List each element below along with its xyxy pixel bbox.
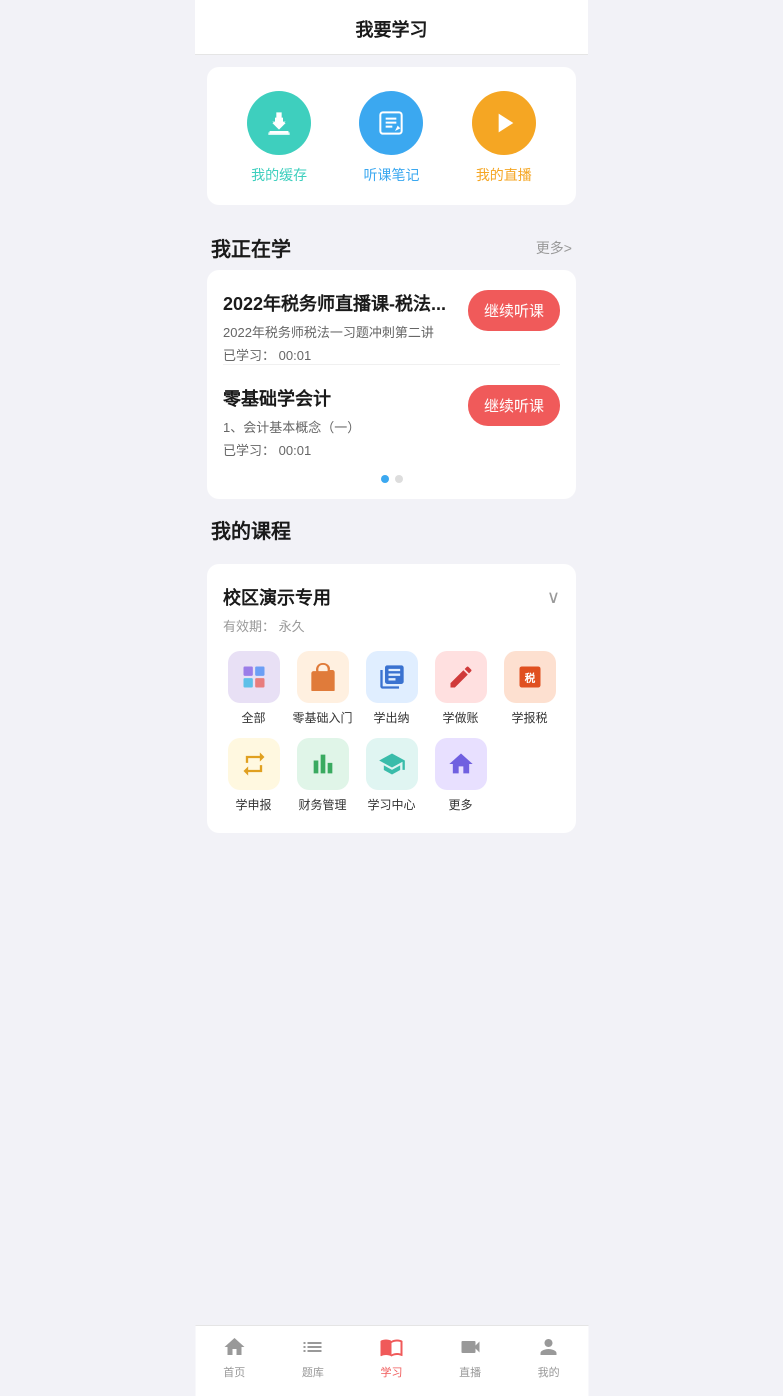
- play-icon: [472, 91, 536, 155]
- my-courses-title: 我的课程: [211, 515, 291, 544]
- cat-item-beginner[interactable]: 零基础入门: [292, 651, 353, 726]
- package-header: 校区演示专用 ∨: [223, 584, 560, 610]
- video-nav-icon: [457, 1334, 483, 1360]
- cat-label-more: 更多: [448, 796, 472, 813]
- cat-label-study-center: 学习中心: [367, 796, 415, 813]
- studying-card: 2022年税务师直播课-税法... 2022年税务师税法一习题冲刺第二讲 已学习…: [207, 270, 576, 499]
- nav-label-home: 首页: [223, 1364, 245, 1380]
- cat-label-accounting: 学做账: [442, 709, 478, 726]
- studying-more[interactable]: 更多>: [536, 238, 572, 258]
- cat-item-cashier[interactable]: 学出纳: [361, 651, 422, 726]
- page-title: 我要学习: [195, 0, 588, 55]
- course-title-1: 2022年税务师直播课-税法...: [223, 290, 456, 316]
- svg-text:税: 税: [524, 672, 535, 685]
- course-subtitle-2: 1、会计基本概念（一）: [223, 417, 456, 436]
- cat-item-accounting[interactable]: 学做账: [430, 651, 491, 726]
- bag-icon: [297, 651, 349, 703]
- quick-item-cache[interactable]: 我的缓存: [247, 91, 311, 185]
- quick-item-notes[interactable]: 听课笔记: [359, 91, 423, 185]
- course-progress-1: 已学习： 00:01: [223, 345, 456, 364]
- nav-label-live: 直播: [459, 1364, 481, 1380]
- quick-cache-label: 我的缓存: [251, 165, 307, 185]
- dots-indicator: [223, 475, 560, 483]
- dot-2: [395, 475, 403, 483]
- nav-item-question[interactable]: 题库: [283, 1334, 343, 1380]
- validity-text: 有效期： 永久: [223, 616, 560, 635]
- nav-label-question: 题库: [302, 1364, 324, 1380]
- cat-label-finance: 财务管理: [298, 796, 346, 813]
- my-courses-section-header: 我的课程: [195, 499, 588, 552]
- nav-item-live[interactable]: 直播: [440, 1334, 500, 1380]
- download-icon: [247, 91, 311, 155]
- cat-item-declare[interactable]: 学申报: [223, 738, 284, 813]
- studying-title: 我正在学: [211, 233, 291, 262]
- nav-label-mine: 我的: [538, 1364, 560, 1380]
- course-title-2: 零基础学会计: [223, 385, 456, 411]
- nav-item-mine[interactable]: 我的: [519, 1334, 579, 1380]
- cat-label-all: 全部: [241, 709, 265, 726]
- cat-item-finance[interactable]: 财务管理: [292, 738, 353, 813]
- course-subtitle-1: 2022年税务师税法一习题冲刺第二讲: [223, 322, 456, 341]
- studying-section-header: 我正在学 更多>: [195, 217, 588, 270]
- cat-label-declare: 学申报: [235, 796, 271, 813]
- cat-label-tax: 学报税: [511, 709, 547, 726]
- grid-icon: [228, 651, 280, 703]
- quick-notes-label: 听课笔记: [363, 165, 419, 185]
- course-progress-2: 已学习： 00:01: [223, 440, 456, 459]
- study-icon: [366, 738, 418, 790]
- continue-btn-2[interactable]: 继续听课: [468, 385, 560, 426]
- continue-btn-1[interactable]: 继续听课: [468, 290, 560, 331]
- chevron-down-icon[interactable]: ∨: [547, 587, 560, 608]
- edit-icon: [435, 651, 487, 703]
- quick-item-live[interactable]: 我的直播: [472, 91, 536, 185]
- quick-access-card: 我的缓存 听课笔记 我的直播: [207, 67, 576, 205]
- note-icon: [359, 91, 423, 155]
- finance-icon: [297, 738, 349, 790]
- courses-card: 校区演示专用 ∨ 有效期： 永久 全部: [207, 564, 576, 833]
- tax-icon: 税: [504, 651, 556, 703]
- cat-label-cashier: 学出纳: [373, 709, 409, 726]
- house-icon: [435, 738, 487, 790]
- cat-label-beginner: 零基础入门: [292, 709, 352, 726]
- course-item-2: 零基础学会计 1、会计基本概念（一） 已学习： 00:01 继续听课: [223, 364, 560, 459]
- cat-item-tax[interactable]: 税 学报税: [499, 651, 560, 726]
- bottom-nav: 首页 题库 学习 直播 我的: [195, 1325, 588, 1396]
- package-title: 校区演示专用: [223, 584, 331, 610]
- nav-label-study: 学习: [380, 1364, 402, 1380]
- user-nav-icon: [536, 1334, 562, 1360]
- quick-live-label: 我的直播: [476, 165, 532, 185]
- nav-item-home[interactable]: 首页: [204, 1334, 264, 1380]
- home-nav-icon: [221, 1334, 247, 1360]
- list-nav-icon: [300, 1334, 326, 1360]
- cat-item-all[interactable]: 全部: [223, 651, 284, 726]
- cat-item-study-center[interactable]: 学习中心: [361, 738, 422, 813]
- arrow-icon: [228, 738, 280, 790]
- book-open-nav-icon: [378, 1334, 404, 1360]
- dot-1: [381, 475, 389, 483]
- nav-item-study[interactable]: 学习: [361, 1334, 421, 1380]
- course-item-1: 2022年税务师直播课-税法... 2022年税务师税法一习题冲刺第二讲 已学习…: [223, 290, 560, 364]
- category-grid: 全部 零基础入门 学出纳: [223, 651, 560, 813]
- cat-item-more[interactable]: 更多: [430, 738, 491, 813]
- book-cashier-icon: [366, 651, 418, 703]
